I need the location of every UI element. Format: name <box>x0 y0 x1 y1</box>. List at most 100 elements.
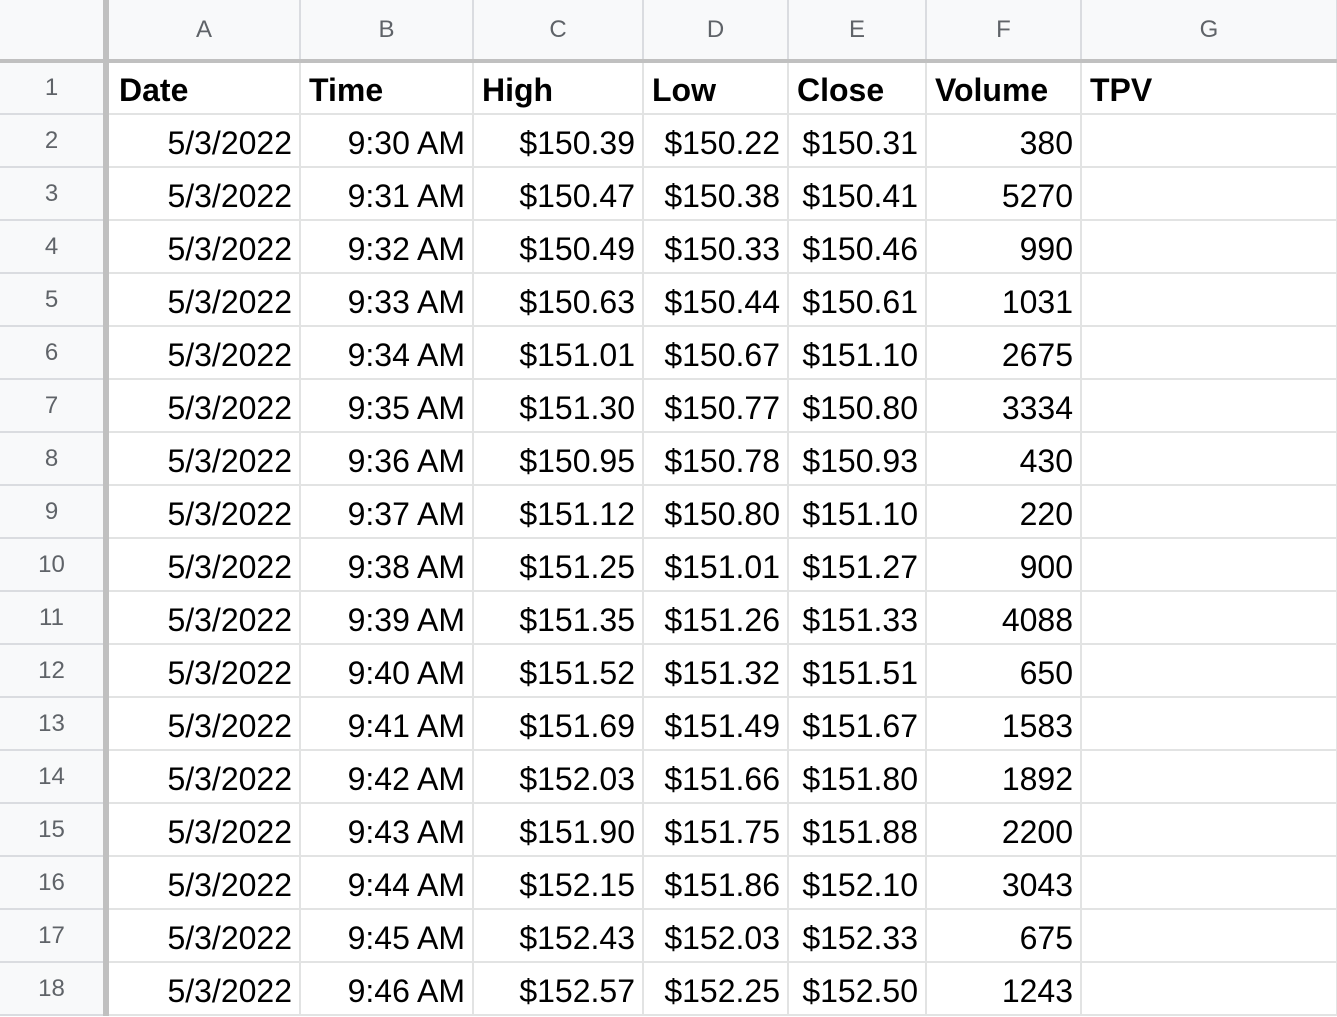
row-header[interactable]: 14 <box>0 750 109 804</box>
cell-low[interactable]: $151.75 <box>643 803 789 857</box>
cell-time[interactable]: 9:40 AM <box>300 644 474 698</box>
cell-tpv[interactable] <box>1081 326 1337 380</box>
cell-time[interactable]: 9:35 AM <box>300 379 474 433</box>
row-header[interactable]: 12 <box>0 644 109 698</box>
cell-low[interactable]: $150.77 <box>643 379 789 433</box>
header-cell-low[interactable]: Low <box>643 61 789 115</box>
cell-date[interactable]: 5/3/2022 <box>106 697 301 751</box>
cell-high[interactable]: $150.63 <box>473 273 644 327</box>
cell-high[interactable]: $151.52 <box>473 644 644 698</box>
cell-date[interactable]: 5/3/2022 <box>106 803 301 857</box>
cell-time[interactable]: 9:36 AM <box>300 432 474 486</box>
cell-high[interactable]: $152.43 <box>473 909 644 963</box>
cell-close[interactable]: $151.80 <box>788 750 927 804</box>
cell-tpv[interactable] <box>1081 538 1337 592</box>
cell-time[interactable]: 9:41 AM <box>300 697 474 751</box>
cell-time[interactable]: 9:31 AM <box>300 167 474 221</box>
cell-date[interactable]: 5/3/2022 <box>106 432 301 486</box>
cell-time[interactable]: 9:38 AM <box>300 538 474 592</box>
cell-low[interactable]: $150.67 <box>643 326 789 380</box>
cell-tpv[interactable] <box>1081 379 1337 433</box>
row-header[interactable]: 11 <box>0 591 109 645</box>
cell-close[interactable]: $152.10 <box>788 856 927 910</box>
cell-high[interactable]: $151.90 <box>473 803 644 857</box>
cell-high[interactable]: $150.95 <box>473 432 644 486</box>
cell-date[interactable]: 5/3/2022 <box>106 326 301 380</box>
cell-close[interactable]: $150.41 <box>788 167 927 221</box>
cell-volume[interactable]: 430 <box>926 432 1082 486</box>
cell-low[interactable]: $151.26 <box>643 591 789 645</box>
cell-time[interactable]: 9:34 AM <box>300 326 474 380</box>
cell-low[interactable]: $151.32 <box>643 644 789 698</box>
cell-low[interactable]: $151.86 <box>643 856 789 910</box>
column-header-e[interactable]: E <box>788 0 927 63</box>
cell-date[interactable]: 5/3/2022 <box>106 220 301 274</box>
cell-high[interactable]: $151.69 <box>473 697 644 751</box>
header-cell-close[interactable]: Close <box>788 61 927 115</box>
header-cell-high[interactable]: High <box>473 61 644 115</box>
cell-tpv[interactable] <box>1081 909 1337 963</box>
cell-close[interactable]: $151.51 <box>788 644 927 698</box>
header-cell-tpv[interactable]: TPV <box>1081 61 1337 115</box>
cell-close[interactable]: $151.88 <box>788 803 927 857</box>
cell-tpv[interactable] <box>1081 962 1337 1016</box>
cell-high[interactable]: $151.35 <box>473 591 644 645</box>
cell-low[interactable]: $150.22 <box>643 114 789 168</box>
cell-high[interactable]: $151.12 <box>473 485 644 539</box>
cell-close[interactable]: $150.31 <box>788 114 927 168</box>
cell-volume[interactable]: 900 <box>926 538 1082 592</box>
header-cell-volume[interactable]: Volume <box>926 61 1082 115</box>
cell-volume[interactable]: 1031 <box>926 273 1082 327</box>
cell-tpv[interactable] <box>1081 167 1337 221</box>
cell-volume[interactable]: 675 <box>926 909 1082 963</box>
row-header[interactable]: 13 <box>0 697 109 751</box>
cell-tpv[interactable] <box>1081 220 1337 274</box>
cell-close[interactable]: $151.10 <box>788 485 927 539</box>
cell-close[interactable]: $150.46 <box>788 220 927 274</box>
cell-low[interactable]: $151.66 <box>643 750 789 804</box>
cell-time[interactable]: 9:45 AM <box>300 909 474 963</box>
cell-date[interactable]: 5/3/2022 <box>106 273 301 327</box>
cell-low[interactable]: $150.78 <box>643 432 789 486</box>
select-all-corner[interactable] <box>0 0 109 63</box>
cell-volume[interactable]: 3334 <box>926 379 1082 433</box>
cell-time[interactable]: 9:37 AM <box>300 485 474 539</box>
cell-date[interactable]: 5/3/2022 <box>106 379 301 433</box>
cell-date[interactable]: 5/3/2022 <box>106 114 301 168</box>
cell-low[interactable]: $150.38 <box>643 167 789 221</box>
cell-volume[interactable]: 1892 <box>926 750 1082 804</box>
cell-low[interactable]: $150.44 <box>643 273 789 327</box>
row-header[interactable]: 6 <box>0 326 109 380</box>
cell-tpv[interactable] <box>1081 432 1337 486</box>
cell-date[interactable]: 5/3/2022 <box>106 750 301 804</box>
cell-volume[interactable]: 5270 <box>926 167 1082 221</box>
cell-time[interactable]: 9:39 AM <box>300 591 474 645</box>
row-header[interactable]: 3 <box>0 167 109 221</box>
row-header[interactable]: 9 <box>0 485 109 539</box>
cell-low[interactable]: $150.80 <box>643 485 789 539</box>
cell-tpv[interactable] <box>1081 273 1337 327</box>
cell-volume[interactable]: 990 <box>926 220 1082 274</box>
column-header-d[interactable]: D <box>643 0 789 63</box>
cell-volume[interactable]: 4088 <box>926 591 1082 645</box>
cell-volume[interactable]: 1243 <box>926 962 1082 1016</box>
cell-time[interactable]: 9:46 AM <box>300 962 474 1016</box>
column-header-c[interactable]: C <box>473 0 644 63</box>
cell-low[interactable]: $152.25 <box>643 962 789 1016</box>
cell-volume[interactable]: 220 <box>926 485 1082 539</box>
cell-date[interactable]: 5/3/2022 <box>106 591 301 645</box>
cell-date[interactable]: 5/3/2022 <box>106 856 301 910</box>
cell-date[interactable]: 5/3/2022 <box>106 485 301 539</box>
cell-high[interactable]: $151.30 <box>473 379 644 433</box>
cell-time[interactable]: 9:32 AM <box>300 220 474 274</box>
cell-tpv[interactable] <box>1081 591 1337 645</box>
column-header-g[interactable]: G <box>1081 0 1337 63</box>
cell-high[interactable]: $151.01 <box>473 326 644 380</box>
cell-high[interactable]: $150.39 <box>473 114 644 168</box>
cell-time[interactable]: 9:30 AM <box>300 114 474 168</box>
cell-date[interactable]: 5/3/2022 <box>106 644 301 698</box>
row-header[interactable]: 2 <box>0 114 109 168</box>
cell-date[interactable]: 5/3/2022 <box>106 167 301 221</box>
cell-close[interactable]: $152.33 <box>788 909 927 963</box>
row-header[interactable]: 18 <box>0 962 109 1016</box>
